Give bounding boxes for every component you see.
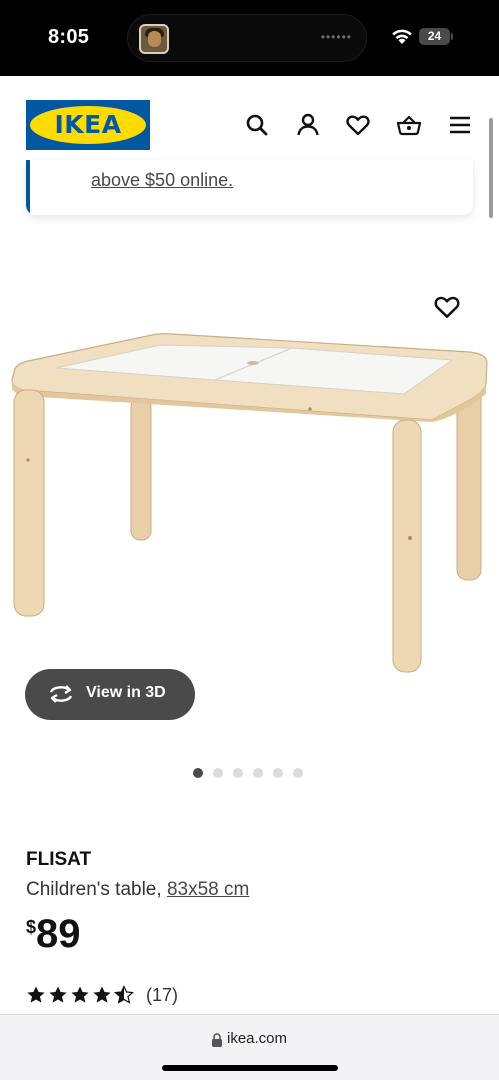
image-carousel-dots	[193, 768, 303, 778]
wifi-icon	[392, 29, 412, 44]
view-in-3d-label: View in 3D	[86, 684, 166, 701]
logo-wordmark: IKEA	[30, 106, 146, 144]
menu-icon	[450, 116, 470, 134]
product-rating[interactable]: (17)	[26, 984, 178, 1006]
account-icon	[297, 113, 319, 136]
rotate-3d-icon	[49, 685, 73, 703]
home-indicator[interactable]	[162, 1065, 338, 1071]
carousel-dot-4[interactable]	[253, 768, 263, 778]
carousel-dot-2[interactable]	[213, 768, 223, 778]
status-bar: 8:05 •••••• 24	[0, 0, 499, 76]
heart-icon	[434, 296, 460, 318]
product-name: FLISAT	[26, 849, 92, 870]
product-image[interactable]	[0, 328, 499, 680]
account-button[interactable]	[295, 112, 321, 138]
search-button[interactable]	[244, 112, 270, 138]
now-playing-artwork	[139, 24, 169, 54]
product-type: Children's table,	[26, 879, 167, 900]
carousel-dot-6[interactable]	[293, 768, 303, 778]
basket-icon	[396, 115, 422, 136]
rating-count: (17)	[146, 984, 179, 1005]
heart-icon	[346, 115, 370, 136]
battery-icon: 24	[419, 28, 450, 45]
product-size-link[interactable]: 83x58 cm	[167, 879, 249, 900]
search-icon	[246, 114, 268, 136]
banner-link[interactable]: above $50 online.	[91, 170, 233, 191]
product-price: $89	[26, 912, 81, 957]
add-to-wishlist-button[interactable]	[433, 293, 461, 321]
favourites-button[interactable]	[345, 112, 371, 138]
price-currency: $	[26, 917, 37, 937]
page-scrollbar[interactable]	[489, 118, 493, 218]
battery-cap	[451, 33, 453, 40]
star-half-icon	[114, 985, 134, 1004]
product-description: Children's table, 83x58 cm	[26, 879, 249, 901]
carousel-dot-5[interactable]	[273, 768, 283, 778]
menu-button[interactable]	[447, 112, 473, 138]
promo-banner[interactable]: above $50 online.	[26, 160, 473, 215]
star-full-icon	[27, 986, 45, 1003]
lock-icon	[212, 1033, 222, 1047]
star-full-icon	[93, 986, 111, 1003]
audio-waveform-icon: ••••••	[320, 30, 352, 44]
basket-button[interactable]	[396, 112, 422, 138]
url-text[interactable]: ikea.com	[227, 1030, 287, 1047]
carousel-dot-1[interactable]	[193, 768, 203, 778]
carousel-dot-3[interactable]	[233, 768, 243, 778]
browser-address-bar: ikea.com	[0, 1014, 499, 1080]
star-full-icon	[71, 986, 89, 1003]
price-amount: 89	[36, 912, 81, 956]
banner-accent	[26, 160, 30, 215]
star-full-icon	[49, 986, 67, 1003]
dynamic-island[interactable]: ••••••	[127, 14, 367, 62]
status-time: 8:05	[48, 26, 90, 48]
ikea-logo[interactable]: IKEA	[26, 100, 150, 150]
view-in-3d-button[interactable]: View in 3D	[25, 669, 195, 720]
